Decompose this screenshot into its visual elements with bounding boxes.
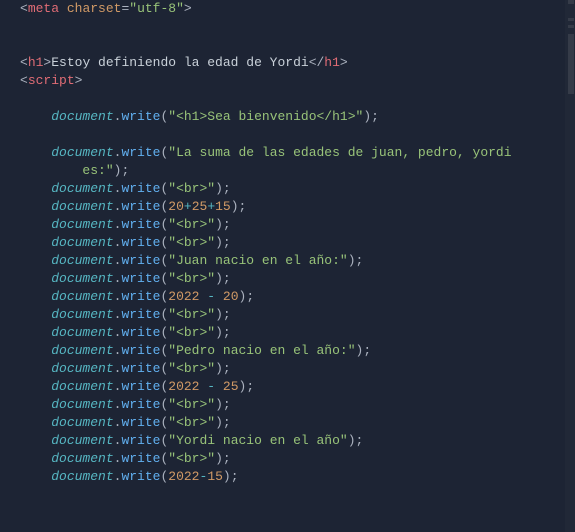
code-line: document.write("<br>"); [20,306,575,324]
code-line: es:"); [20,162,575,180]
code-line: document.write("<br>"); [20,216,575,234]
code-line: document.write(2022 - 20); [20,288,575,306]
code-line: <script> [20,72,575,90]
code-editor[interactable]: <meta charset="utf-8"> <h1>Estoy definie… [0,0,575,486]
code-line: document.write("La suma de las edades de… [20,144,575,162]
code-line [20,126,575,144]
minimap[interactable] [565,0,575,532]
code-line: document.write(2022-15); [20,468,575,486]
code-line [20,90,575,108]
code-line: document.write("<br>"); [20,180,575,198]
code-line: document.write("<br>"); [20,396,575,414]
code-line: document.write("<br>"); [20,234,575,252]
code-line: document.write("<br>"); [20,324,575,342]
code-line: <h1>Estoy definiendo la edad de Yordi</h… [20,54,575,72]
code-line: document.write("Juan nacio en el año:"); [20,252,575,270]
code-line [20,18,575,36]
code-line: document.write("Yordi nacio en el año"); [20,432,575,450]
code-line: document.write("<br>"); [20,450,575,468]
code-line: document.write("<h1>Sea bienvenido</h1>"… [20,108,575,126]
code-line: document.write("<br>"); [20,414,575,432]
code-line: <meta charset="utf-8"> [20,0,575,18]
code-line: document.write(2022 - 25); [20,378,575,396]
code-line: document.write("<br>"); [20,360,575,378]
code-line: document.write("<br>"); [20,270,575,288]
code-line: document.write(20+25+15); [20,198,575,216]
code-line: document.write("Pedro nacio en el año:")… [20,342,575,360]
code-line [20,36,575,54]
